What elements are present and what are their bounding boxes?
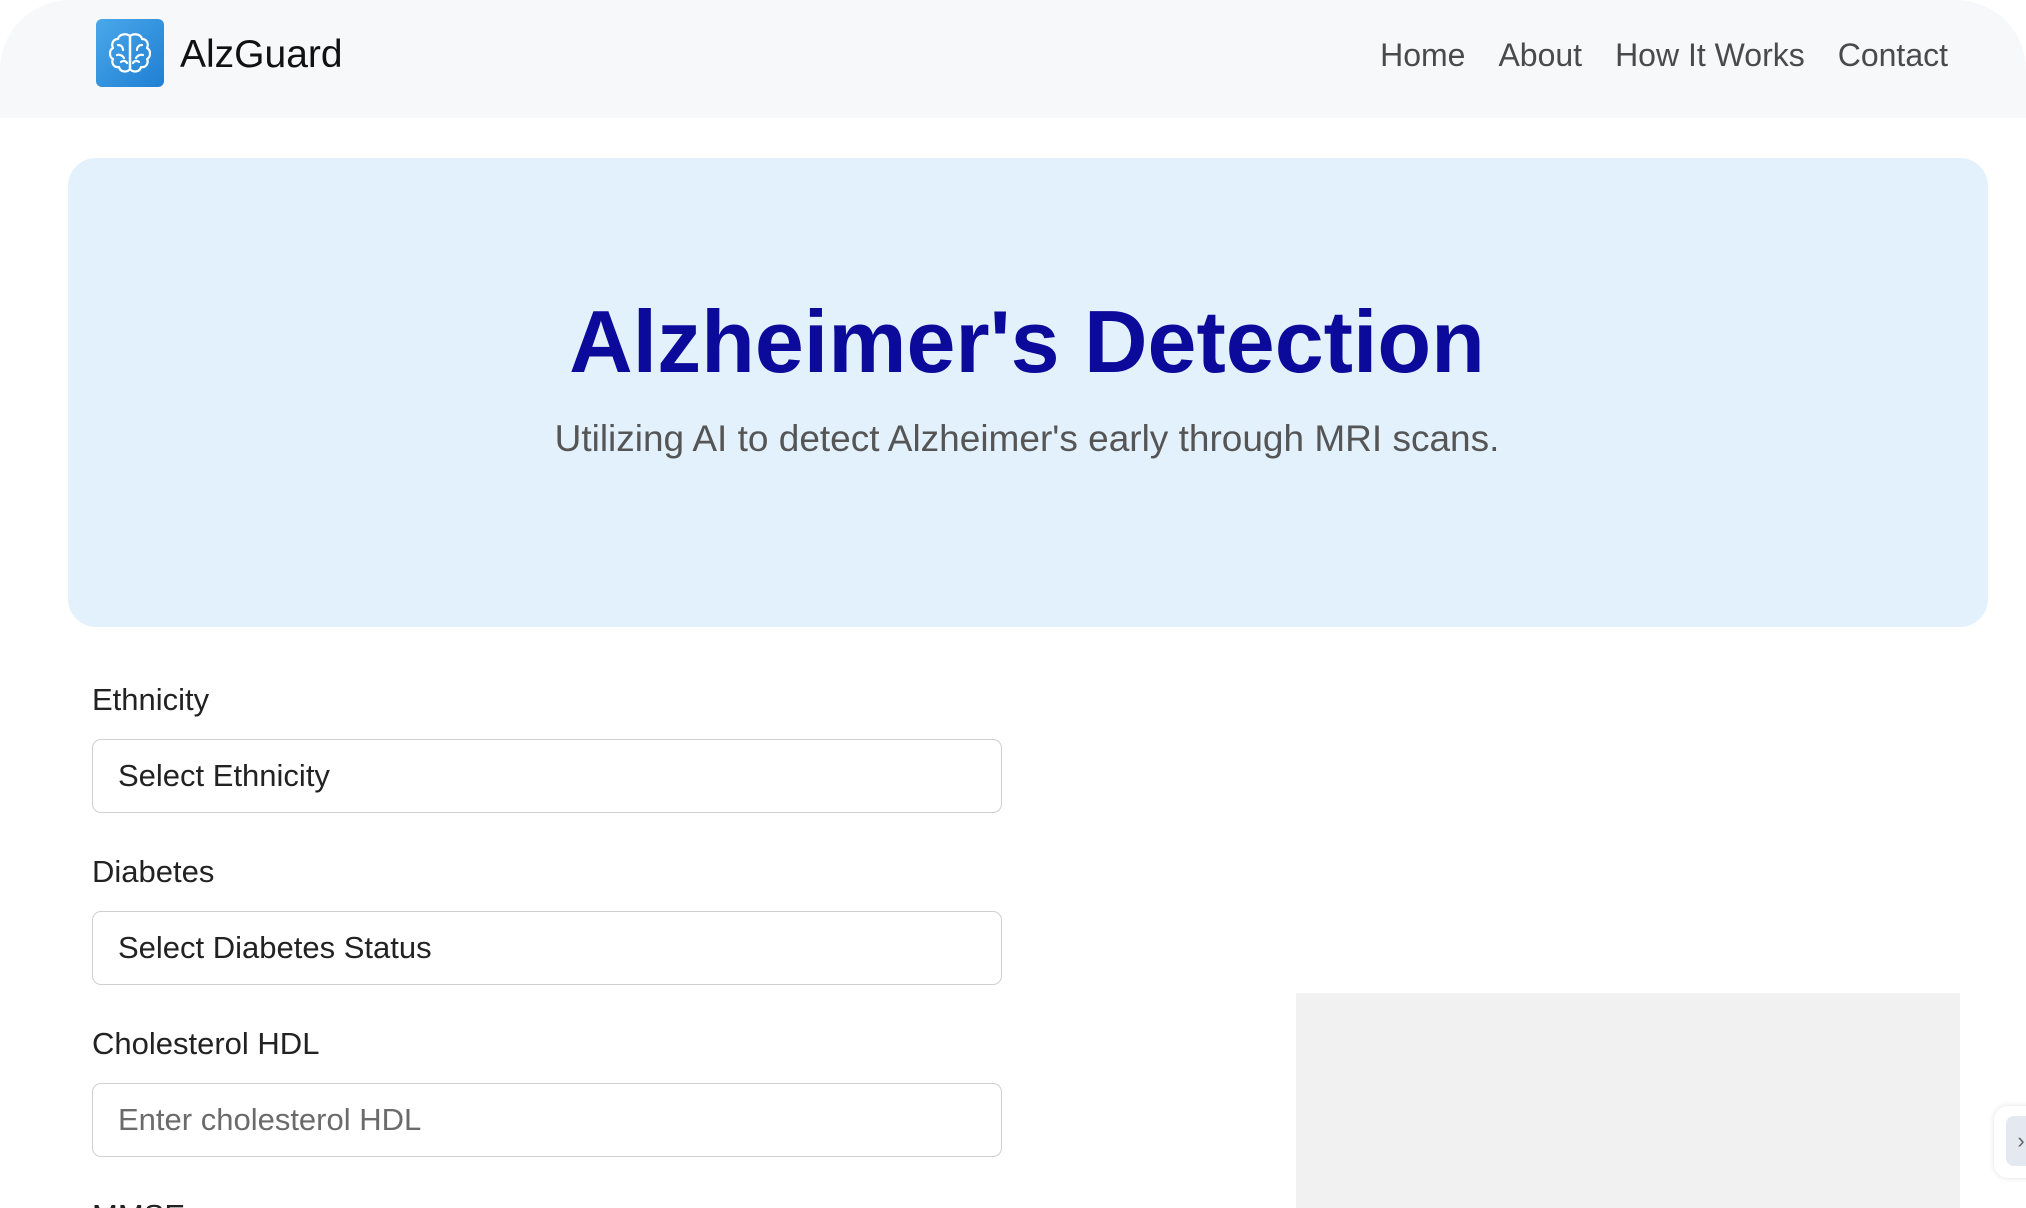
page: AlzGuard Home About How It Works Contact… bbox=[0, 0, 2026, 1208]
brain-icon[interactable] bbox=[96, 19, 164, 87]
nav-links: Home About How It Works Contact bbox=[1380, 30, 1948, 80]
image-preview-panel bbox=[1296, 993, 1960, 1208]
nav-how-it-works[interactable]: How It Works bbox=[1615, 30, 1805, 80]
ethnicity-label: Ethnicity bbox=[92, 682, 210, 717]
nav-about[interactable]: About bbox=[1498, 30, 1582, 80]
navbar: AlzGuard Home About How It Works Contact bbox=[0, 0, 2026, 118]
diabetes-select[interactable]: Select Diabetes Status bbox=[92, 911, 1002, 985]
ethnicity-select[interactable]: Select Ethnicity bbox=[92, 739, 1002, 813]
chevron-right-icon: › bbox=[2006, 1116, 2026, 1166]
side-panel-toggle[interactable]: › bbox=[1994, 1106, 2026, 1178]
cholesterol-hdl-input[interactable] bbox=[92, 1083, 1002, 1157]
diabetes-label: Diabetes bbox=[92, 854, 215, 889]
brand-name[interactable]: AlzGuard bbox=[180, 30, 343, 80]
nav-home[interactable]: Home bbox=[1380, 30, 1465, 80]
hero-title: Alzheimer's Detection bbox=[569, 292, 1485, 391]
hero-subtitle: Utilizing AI to detect Alzheimer's early… bbox=[554, 418, 1500, 459]
mmse-label: MMSE bbox=[92, 1196, 185, 1208]
nav-contact[interactable]: Contact bbox=[1838, 30, 1948, 80]
cholesterol-hdl-label: Cholesterol HDL bbox=[92, 1026, 320, 1061]
